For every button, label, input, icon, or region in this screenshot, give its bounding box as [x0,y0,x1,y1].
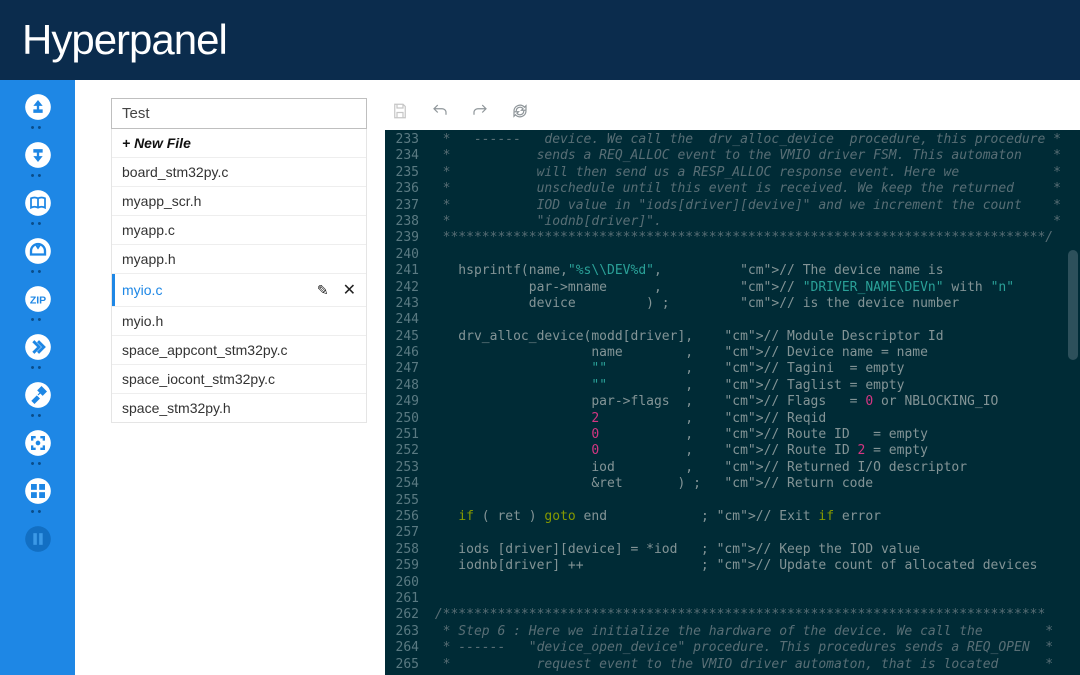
reload-icon[interactable] [511,102,529,120]
file-name: myio.h [122,313,163,329]
zip-icon[interactable]: ZIP [23,284,53,314]
scrollbar[interactable] [1066,130,1078,675]
clip-icon[interactable] [23,236,53,266]
file-name: myapp_scr.h [122,193,201,209]
file-item-active[interactable]: myio.c ✎ ✕ [112,273,366,306]
file-list: + New File board_stm32py.c myapp_scr.h m… [111,129,367,423]
divider-dots: •• [31,220,45,234]
logo: Hyperpanel [22,16,227,64]
pause-icon[interactable] [23,524,53,554]
file-actions: ✎ ✕ [317,280,356,300]
upload-icon[interactable] [23,92,53,122]
divider-dots: •• [31,508,45,522]
save-icon[interactable] [391,102,409,120]
file-item[interactable]: myapp_scr.h [112,186,366,215]
double-arrow-icon[interactable] [23,332,53,362]
code-content[interactable]: * ------ device. We call the drv_alloc_d… [427,130,1080,675]
file-panel: Test + New File board_stm32py.c myapp_sc… [111,98,367,675]
line-gutter: 2332342352362372382392402412422432442452… [385,130,427,675]
editor-toolbar [385,98,1080,130]
editor-panel: 2332342352362372382392402412422432442452… [385,98,1080,675]
divider-dots: •• [31,172,45,186]
content-area: Test + New File board_stm32py.c myapp_sc… [75,80,1080,675]
file-item[interactable]: myapp.c [112,215,366,244]
code-editor[interactable]: 2332342352362372382392402412422432442452… [385,130,1080,675]
divider-dots: •• [31,316,45,330]
file-name: myapp.c [122,222,175,238]
file-item[interactable]: space_stm32py.h [112,393,366,422]
svg-text:ZIP: ZIP [29,295,45,307]
windows-icon[interactable] [23,476,53,506]
tools-icon[interactable] [23,380,53,410]
divider-dots: •• [31,460,45,474]
file-item[interactable]: space_iocont_stm32py.c [112,364,366,393]
file-panel-title: Test [111,98,367,129]
download-icon[interactable] [23,140,53,170]
undo-icon[interactable] [431,102,449,120]
close-icon[interactable]: ✕ [343,280,356,300]
main-area: •• •• •• •• ZIP •• •• •• •• •• Test + Ne… [0,80,1080,675]
book-icon[interactable] [23,188,53,218]
file-name: space_stm32py.h [122,400,231,416]
file-item[interactable]: board_stm32py.c [112,157,366,186]
divider-dots: •• [31,364,45,378]
file-item[interactable]: myapp.h [112,244,366,273]
redo-icon[interactable] [471,102,489,120]
edit-icon[interactable]: ✎ [317,282,329,299]
file-name: myapp.h [122,251,176,267]
new-file-button[interactable]: + New File [112,129,366,157]
app-header: Hyperpanel [0,0,1080,80]
file-name: myio.c [122,282,162,298]
file-name: space_appcont_stm32py.c [122,342,288,358]
file-name: board_stm32py.c [122,164,228,180]
scroll-thumb[interactable] [1068,250,1078,360]
file-item[interactable]: myio.h [112,306,366,335]
divider-dots: •• [31,268,45,282]
file-item[interactable]: space_appcont_stm32py.c [112,335,366,364]
focus-icon[interactable] [23,428,53,458]
divider-dots: •• [31,412,45,426]
divider-dots: •• [31,124,45,138]
sidebar: •• •• •• •• ZIP •• •• •• •• •• [0,80,75,675]
file-name: space_iocont_stm32py.c [122,371,275,387]
